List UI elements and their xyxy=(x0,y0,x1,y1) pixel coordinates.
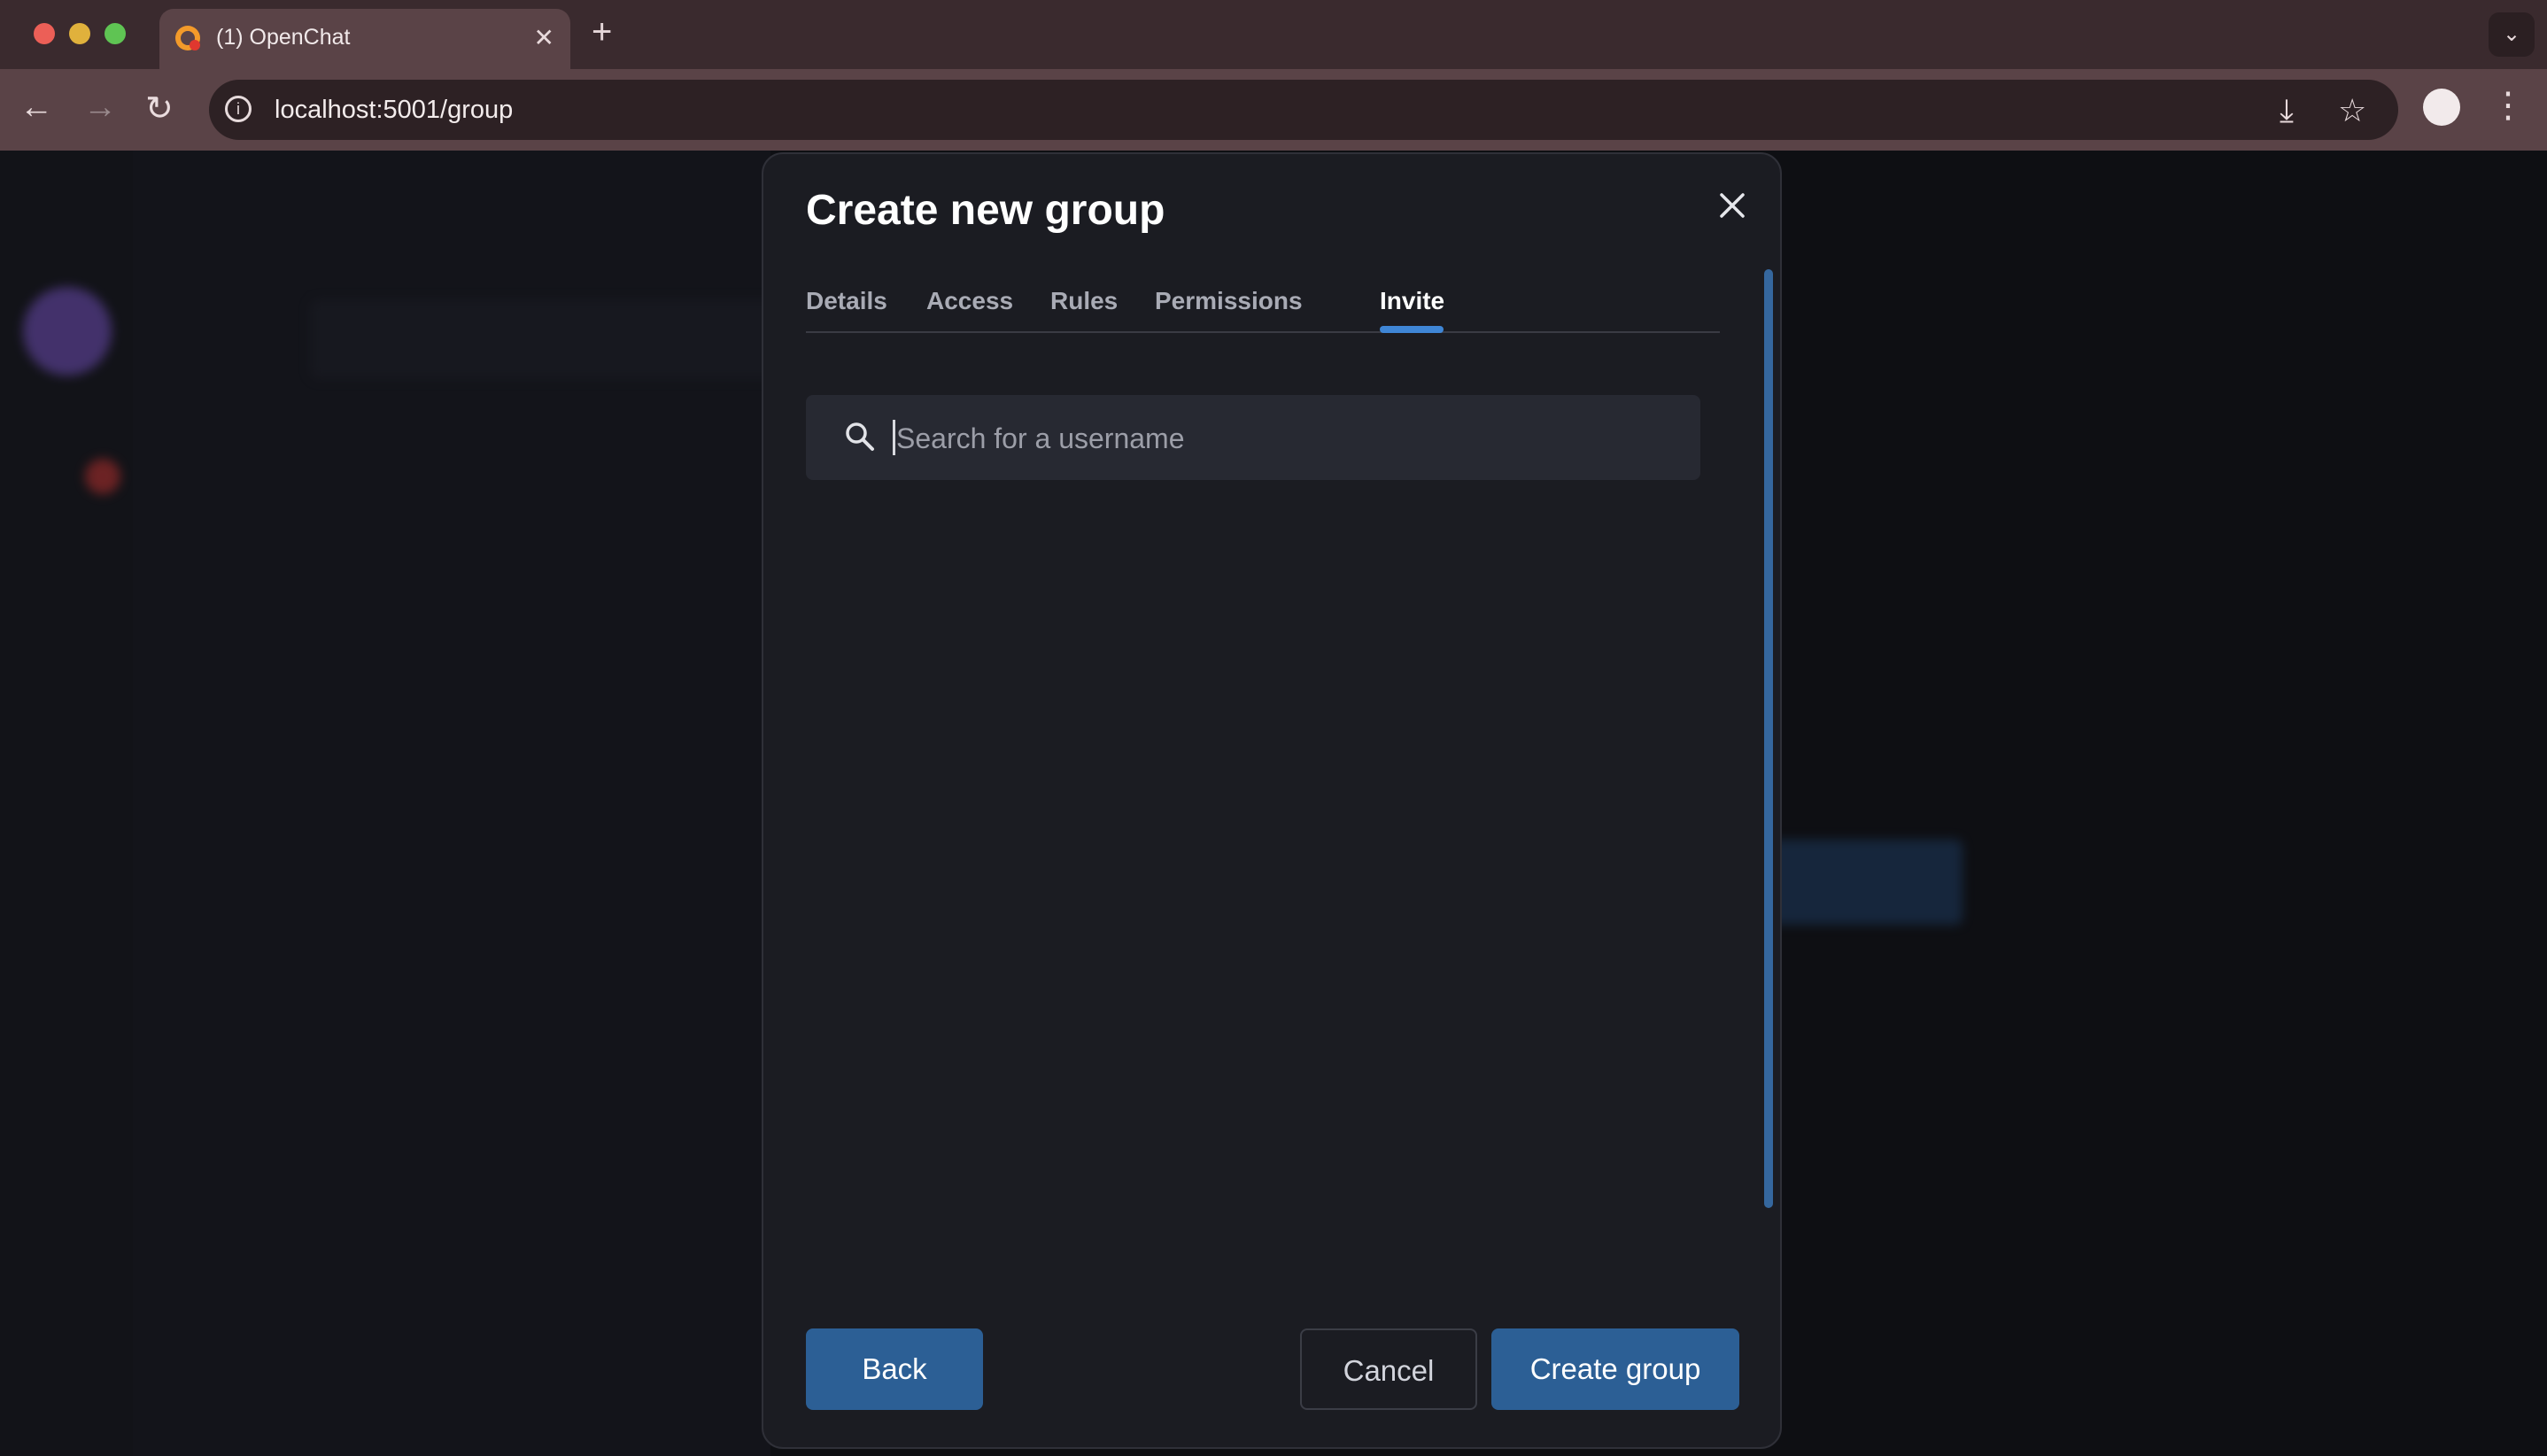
browser-titlebar: (1) OpenChat ✕ + ⌄ xyxy=(0,0,2547,69)
tab-details[interactable]: Details xyxy=(806,287,887,315)
reload-icon[interactable]: ↻ xyxy=(145,89,174,128)
openchat-favicon-icon xyxy=(175,26,200,50)
tab-access[interactable]: Access xyxy=(926,287,1013,315)
create-group-modal: Create new group Details Access Rules Pe… xyxy=(762,152,1782,1449)
tab-close-icon[interactable]: ✕ xyxy=(534,23,554,52)
active-tab-indicator xyxy=(1380,326,1444,333)
modal-scrollbar[interactable] xyxy=(1764,269,1773,1208)
cancel-button[interactable]: Cancel xyxy=(1300,1328,1477,1410)
tab-invite[interactable]: Invite xyxy=(1380,287,1444,315)
minimize-window-button[interactable] xyxy=(69,23,90,44)
backdrop-button xyxy=(1762,840,1963,925)
close-window-button[interactable] xyxy=(34,23,55,44)
search-icon xyxy=(846,422,874,451)
backdrop-notification-dot xyxy=(85,459,120,494)
browser-tab-openchat[interactable]: (1) OpenChat ✕ xyxy=(159,9,570,69)
back-button[interactable]: Back xyxy=(806,1328,983,1410)
username-search[interactable] xyxy=(806,395,1700,480)
tab-rules[interactable]: Rules xyxy=(1050,287,1118,315)
maximize-window-button[interactable] xyxy=(105,23,126,44)
profile-avatar-icon[interactable] xyxy=(2423,89,2460,126)
new-tab-icon[interactable]: + xyxy=(592,12,612,52)
close-icon[interactable] xyxy=(1713,186,1752,225)
browser-menu-icon[interactable]: ⋮ xyxy=(2490,85,2526,126)
tab-search-chevron-icon[interactable]: ⌄ xyxy=(2489,12,2535,57)
back-arrow-icon[interactable]: ← xyxy=(19,89,53,127)
address-bar[interactable]: i localhost:5001/group ⤓ ☆ xyxy=(209,80,2398,140)
backdrop-sidebar xyxy=(0,151,133,1456)
backdrop-avatar xyxy=(23,287,112,376)
site-info-icon[interactable]: i xyxy=(225,96,252,122)
bookmark-star-icon[interactable]: ☆ xyxy=(2338,92,2366,129)
forward-arrow-icon[interactable]: → xyxy=(83,89,117,127)
create-group-button[interactable]: Create group xyxy=(1491,1328,1739,1410)
backdrop-panel xyxy=(133,151,877,1456)
address-url[interactable]: localhost:5001/group xyxy=(275,96,513,125)
tab-permissions[interactable]: Permissions xyxy=(1155,287,1303,315)
username-search-input[interactable] xyxy=(894,413,1677,464)
tab-title: (1) OpenChat xyxy=(216,25,351,50)
modal-title: Create new group xyxy=(806,187,1165,234)
browser-toolbar: ← → ↻ i localhost:5001/group ⤓ ☆ ⋮ xyxy=(0,69,2547,151)
modal-tabs: Details Access Rules Permissions Invite xyxy=(806,285,1720,333)
install-app-icon[interactable]: ⤓ xyxy=(2280,92,2294,130)
